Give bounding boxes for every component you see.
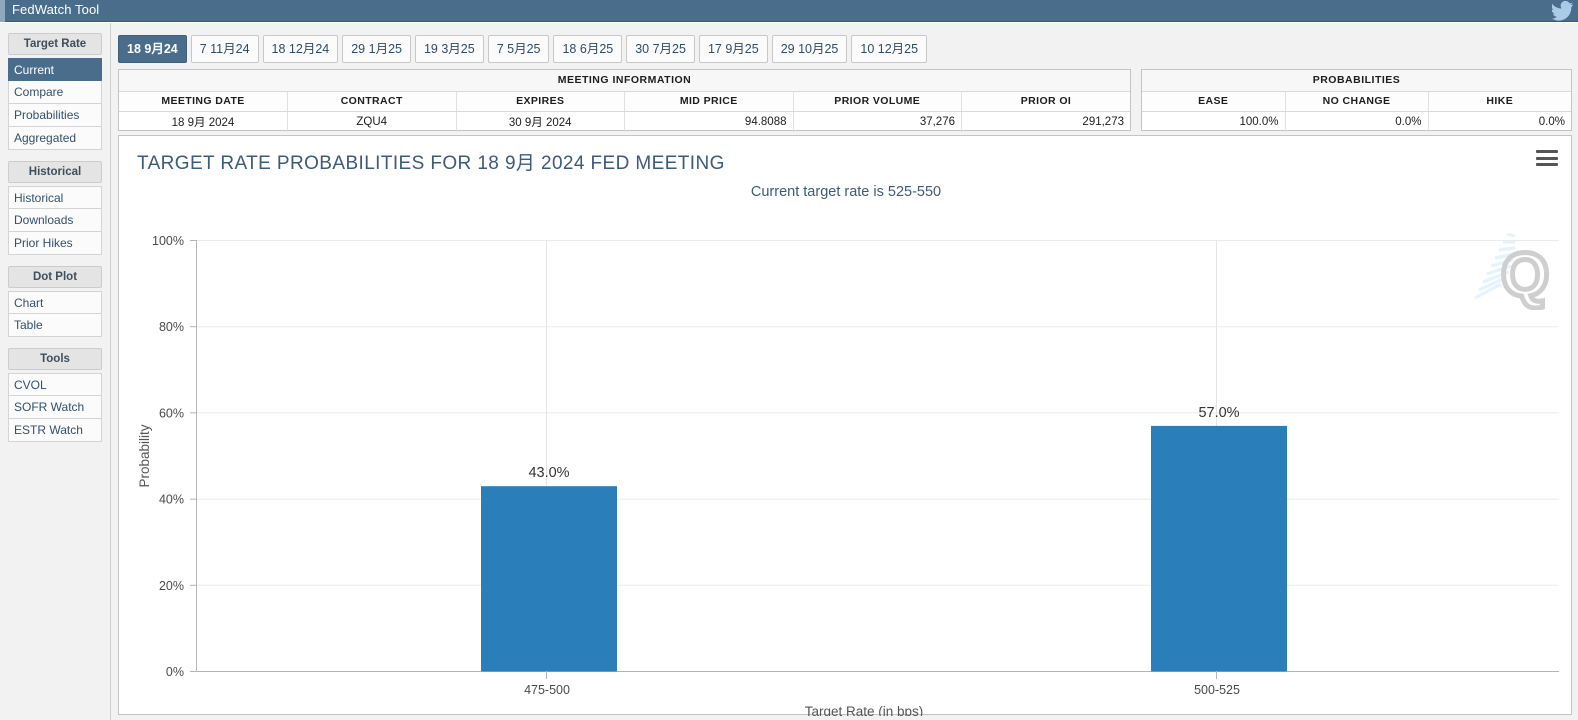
gridlines-horizontal — [196, 240, 1559, 586]
sidebar-item-chart[interactable]: Chart — [8, 291, 102, 314]
column-header-prior-volume: PRIOR VOLUME — [793, 91, 962, 112]
bar-500-525[interactable] — [1151, 425, 1287, 672]
cell-expires: 30 9月 2024 — [456, 111, 625, 132]
y-tick-label-100: 100% — [152, 234, 184, 248]
y-tick-label-40: 40% — [159, 493, 184, 507]
sidebar-item-downloads[interactable]: Downloads — [8, 209, 102, 232]
column-header-ease: EASE — [1142, 91, 1286, 112]
bird-icon[interactable] — [1552, 1, 1574, 21]
table-caption-row: PROBABILITIES — [1142, 70, 1571, 92]
tab-29-1-25[interactable]: 29 1月25 — [342, 35, 411, 63]
table-header-row: EASE NO CHANGE HIKE — [1142, 91, 1571, 112]
sidebar-item-sofr-watch[interactable]: SOFR Watch — [8, 396, 102, 419]
meeting-information-table: MEETING INFORMATION MEETING DATE CONTRAC… — [119, 70, 1130, 132]
tab-10-12-25[interactable]: 10 12月25 — [851, 35, 928, 63]
tab-19-3-25[interactable]: 19 3月25 — [414, 35, 484, 63]
x-axis-ticks — [546, 671, 1217, 679]
column-header-hike: HIKE — [1428, 91, 1571, 112]
title-accent-strip — [0, 0, 5, 22]
probabilities-table: PROBABILITIES EASE NO CHANGE HIKE 100.0%… — [1142, 70, 1571, 132]
cell-no-change: 0.0% — [1285, 111, 1429, 132]
sidebar-item-cvol[interactable]: CVOL — [8, 373, 102, 396]
bar-chart-plot: 100% 80% 60% 40% 20% 0% Probability 43.0… — [119, 136, 1573, 716]
tab-18-9-24[interactable]: 18 9月24 — [118, 35, 187, 63]
sidebar-item-aggregated[interactable]: Aggregated — [8, 127, 102, 150]
page-body: Target Rate Current Compare Probabilitie… — [0, 23, 1578, 720]
x-axis-tick-labels: 475-500 500-525 — [524, 683, 1240, 697]
sidebar-item-table[interactable]: Table — [8, 314, 102, 337]
window-title-bar: FedWatch Tool — [0, 0, 1578, 22]
tab-30-7-25[interactable]: 30 7月25 — [626, 35, 695, 63]
cell-prior-volume: 37,276 — [793, 111, 962, 132]
column-header-prior-oi: PRIOR OI — [961, 91, 1130, 112]
sidebar-group-header-dot-plot: Dot Plot — [8, 266, 102, 288]
bar-value-label-475-500: 43.0% — [528, 465, 569, 481]
cell-hike: 0.0% — [1538, 115, 1565, 128]
y-tick-label-60: 60% — [159, 406, 184, 420]
y-axis-tick-labels: 100% 80% 60% 40% 20% 0% — [152, 234, 184, 679]
sidebar-item-estr-watch[interactable]: ESTR Watch — [8, 419, 102, 442]
sidebar-group-header-historical: Historical — [8, 161, 102, 183]
cell-mid-price: 94.8088 — [624, 111, 794, 132]
bar-value-label-500-525: 57.0% — [1198, 405, 1239, 421]
column-header-contract: CONTRACT — [287, 91, 457, 112]
tab-7-11-24[interactable]: 7 11月24 — [190, 35, 259, 63]
bar-475-500[interactable] — [481, 486, 617, 672]
cell-ease: 100.0% — [1142, 111, 1286, 132]
y-tick-label-20: 20% — [159, 579, 184, 593]
sidebar-group-header-target-rate: Target Rate — [8, 33, 102, 55]
column-header-expires: EXPIRES — [456, 91, 625, 112]
tab-18-12-24[interactable]: 18 12月24 — [262, 35, 339, 63]
meeting-information-panel: MEETING INFORMATION MEETING DATE CONTRAC… — [118, 69, 1131, 132]
y-axis-title: Probability — [137, 424, 152, 487]
column-header-no-change: NO CHANGE — [1285, 91, 1429, 112]
table-header-row: MEETING DATE CONTRACT EXPIRES MID PRICE … — [119, 91, 1130, 112]
sidebar: Target Rate Current Compare Probabilitie… — [0, 23, 111, 720]
cell-contract: ZQU4 — [287, 111, 457, 132]
sidebar-item-compare[interactable]: Compare — [8, 81, 102, 104]
tab-18-6-25[interactable]: 18 6月25 — [553, 35, 623, 63]
probabilities-caption: PROBABILITIES — [1142, 70, 1571, 92]
meeting-date-tabs: 18 9月24 7 11月24 18 12月24 29 1月25 19 3月25… — [118, 35, 928, 63]
window-title: FedWatch Tool — [12, 2, 100, 17]
y-tick-label-0: 0% — [166, 665, 184, 679]
x-tick-label-475-500: 475-500 — [524, 683, 570, 697]
column-header-meeting-date: MEETING DATE — [119, 91, 288, 112]
tab-29-10-25[interactable]: 29 10月25 — [771, 35, 848, 63]
bar-value-labels: 43.0% 57.0% — [528, 405, 1239, 481]
table-caption-row: MEETING INFORMATION — [119, 70, 1130, 92]
table-row: 18 9月 2024 ZQU4 30 9月 2024 94.8088 37,27… — [119, 111, 1130, 132]
y-tick-label-80: 80% — [159, 320, 184, 334]
sidebar-item-historical[interactable]: Historical — [8, 186, 102, 209]
column-header-mid-price: MID PRICE — [624, 91, 794, 112]
chart-svg: 100% 80% 60% 40% 20% 0% Probability 43.0… — [137, 234, 1559, 716]
main-content: 18 9月24 7 11月24 18 12月24 29 1月25 19 3月25… — [112, 23, 1578, 720]
tab-17-9-25[interactable]: 17 9月25 — [698, 35, 768, 63]
table-row: 100.0% 0.0% 0.0% — [1142, 111, 1571, 132]
x-axis-title: Target Rate (in bps) — [805, 704, 924, 716]
probabilities-panel: PROBABILITIES EASE NO CHANGE HIKE 100.0%… — [1141, 69, 1572, 132]
x-tick-label-500-525: 500-525 — [1194, 683, 1240, 697]
gridlines-vertical — [546, 240, 1217, 671]
sidebar-group-header-tools: Tools — [8, 348, 102, 370]
tab-7-5-25[interactable]: 7 5月25 — [487, 35, 550, 63]
sidebar-item-current[interactable]: Current — [8, 58, 102, 81]
meeting-information-caption: MEETING INFORMATION — [119, 70, 1130, 92]
sidebar-item-probabilities[interactable]: Probabilities — [8, 104, 102, 127]
sidebar-item-prior-hikes[interactable]: Prior Hikes — [8, 232, 102, 255]
y-axis-ticks — [190, 240, 196, 672]
chart-panel: TARGET RATE PROBABILITIES FOR 18 9月 2024… — [118, 135, 1573, 716]
info-tables-row: MEETING INFORMATION MEETING DATE CONTRAC… — [118, 69, 1572, 132]
cell-meeting-date: 18 9月 2024 — [119, 111, 288, 132]
cell-prior-oi: 291,273 — [1082, 115, 1124, 128]
